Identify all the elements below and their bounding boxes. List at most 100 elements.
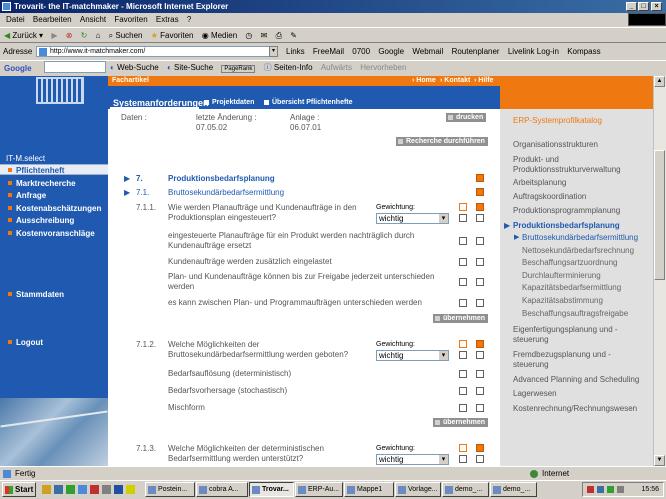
quick-launch-icon[interactable] [54,485,63,494]
panel-item[interactable]: Arbeitsplanung [513,178,566,188]
info-icon[interactable] [476,188,484,196]
checkbox[interactable] [459,370,467,378]
link-routenplaner[interactable]: Routenplaner [452,47,500,56]
note-icon[interactable] [459,340,467,348]
quick-launch-icon[interactable] [102,485,111,494]
quick-launch-icon[interactable] [42,485,51,494]
task-demo-2[interactable]: demo_... [490,482,537,497]
recherche-button[interactable]: Recherche durchführen [396,137,488,146]
checkbox[interactable] [459,351,467,359]
back-button[interactable]: ◀ Zurück ▾ [4,28,43,44]
uebernehmen-button[interactable]: übernehmen [433,418,489,427]
mail-icon[interactable]: ✉ [261,28,268,44]
menu-help[interactable]: ? [187,15,191,24]
menu-extras[interactable]: Extras [156,15,179,24]
quick-launch-icon[interactable] [78,485,87,494]
link-livelink[interactable]: Livelink Log-in [508,47,559,56]
up-button[interactable]: Aufwärts [321,63,352,72]
checkbox[interactable] [459,299,467,307]
checkbox[interactable] [476,299,484,307]
drucken-button[interactable]: drucken [446,113,487,122]
favorites-button[interactable]: ★ Favoriten [151,28,194,44]
nav-stammdaten[interactable]: Stammdaten [0,289,108,300]
scroll-up-icon[interactable]: ▲ [654,76,665,87]
flag-icon[interactable] [476,444,484,452]
tray-icon[interactable] [597,486,604,493]
close-button[interactable]: × [651,2,662,11]
tab-systemanforderungen[interactable]: Systemanforderungen [110,97,209,109]
fachartikel-link[interactable]: Fachartikel [112,77,149,84]
panel-item[interactable]: Organisationsstrukturen [513,140,598,150]
address-input[interactable]: http://www.it-matchmaker.com/ [36,46,278,57]
maximize-button[interactable]: □ [638,2,649,11]
gewichtung-select[interactable]: wichtig [376,213,449,224]
panel-item[interactable]: Kostenrechnung/Rechnungswesen [513,404,637,414]
panel-subitem[interactable]: Nettosekundärbedarfsrechnung [522,246,634,256]
home-icon[interactable]: ⌂ [96,28,101,44]
info-icon[interactable] [476,174,484,182]
note-icon[interactable] [459,203,467,211]
task-mappe1[interactable]: Mappe1 [344,482,394,497]
menu-bearbeiten[interactable]: Bearbeiten [33,15,72,24]
panel-item[interactable]: Eigenfertigungsplanung und -steuerung [513,325,645,345]
history-icon[interactable]: ◷ [245,28,252,44]
nav-ausschreibung[interactable]: Ausschreibung [0,215,108,226]
panel-item-current[interactable]: Produktionsbedarfsplanung [513,221,620,231]
address-dropdown-icon[interactable]: ▾ [269,46,278,57]
home-link[interactable]: › Home [412,77,436,84]
print-icon[interactable]: ⎙ [276,28,282,44]
nav-kostenabschaetzungen[interactable]: Kostenabschätzungen [0,203,108,214]
task-postein[interactable]: Postein... [145,482,195,497]
checkbox[interactable] [476,387,484,395]
kontakt-link[interactable]: › Kontakt [440,77,470,84]
checkbox[interactable] [476,404,484,412]
checkbox[interactable] [459,404,467,412]
link-kompass[interactable]: Kompass [567,47,600,56]
expand-arrow-7[interactable]: ▶ [124,174,130,183]
panel-item[interactable]: Produktionsprogrammplanung [513,206,620,216]
uebernehmen-button[interactable]: übernehmen [433,314,489,323]
panel-subitem-current[interactable]: Bruttosekundärbedarfsermittlung [522,233,638,243]
checkbox[interactable] [476,278,484,286]
scroll-down-icon[interactable]: ▼ [654,455,665,466]
trovarit-logo[interactable] [36,77,84,104]
panel-subitem[interactable]: Beschaffungsauftragsfreigabe [522,309,628,319]
checkbox[interactable] [459,455,467,463]
checkbox[interactable] [459,214,467,222]
checkbox[interactable] [476,258,484,266]
media-button[interactable]: ◉ Medien [202,28,237,44]
page-info-button[interactable]: ⓘ Seiten-Info [264,63,313,72]
edit-icon[interactable]: ✎ [290,28,297,44]
start-button[interactable]: Start [2,482,36,497]
refresh-icon[interactable]: ↻ [81,28,88,44]
forward-button[interactable]: ▶ [51,28,57,44]
checkbox[interactable] [459,387,467,395]
panel-item[interactable]: Advanced Planning and Scheduling [513,375,639,385]
panel-item[interactable]: Produkt- und Produktionsstrukturverwaltu… [513,155,643,175]
scrollbar-thumb[interactable] [654,150,665,280]
task-trovarit[interactable]: Trovar... [249,482,294,497]
tab-uebersicht-pflichtenhefte[interactable]: Übersicht Pflichtenhefte [264,98,353,108]
web-search-button[interactable]: ◐ Web-Suche [110,63,159,72]
nav-marktrecherche[interactable]: Marktrecherche [0,178,108,189]
hilfe-link[interactable]: › Hilfe [474,77,493,84]
quick-launch-icon[interactable] [126,485,135,494]
checkbox[interactable] [476,370,484,378]
flag-icon[interactable] [476,203,484,211]
site-search-button[interactable]: ◐ Site-Suche [167,63,213,72]
panel-subitem[interactable]: Durchlaufterminierung [522,271,601,281]
nav-logout[interactable]: Logout [0,337,108,348]
link-freemail[interactable]: FreeMail [313,47,344,56]
panel-subitem[interactable]: Beschaffungsartzuordnung [522,258,617,268]
nav-kostenvoranschlaege[interactable]: Kostenvoranschläge [0,228,108,239]
minimize-button[interactable]: _ [626,2,637,11]
stop-icon[interactable]: ⊗ [66,28,73,44]
quick-launch-icon[interactable] [90,485,99,494]
link-webmail[interactable]: Webmail [412,47,443,56]
panel-item[interactable]: Lagerwesen [513,389,557,399]
gewichtung-select[interactable]: wichtig [376,454,449,465]
panel-subitem[interactable]: Kapazitätsabstimmung [522,296,603,306]
checkbox[interactable] [476,455,484,463]
menu-favoriten[interactable]: Favoriten [114,15,147,24]
task-demo-1[interactable]: demo_... [442,482,489,497]
